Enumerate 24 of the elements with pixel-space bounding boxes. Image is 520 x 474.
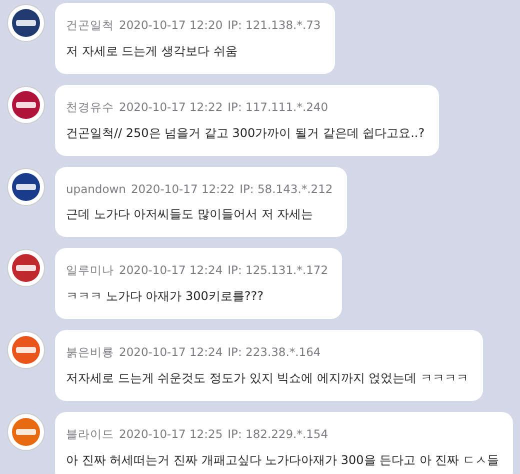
comment-time: 2020-10-17 12:24 [119, 345, 223, 360]
comment-text: ㅋㅋㅋ 노가다 아재가 300키로를??? [66, 289, 264, 304]
ip-address: IP: 182.229.*.154 [228, 427, 328, 442]
ip-address: IP: 223.38.*.164 [228, 345, 321, 360]
comment-time: 2020-10-17 12:25 [119, 427, 223, 442]
comment-time: 2020-10-17 12:22 [130, 182, 235, 196]
comment-text: 건곤일척// 250은 넘을거 같고 300가까이 될거 같은데 쉽다고요..? [66, 126, 425, 141]
comment-text: 저 자세로 드는게 생각보다 쉬움 [66, 44, 238, 59]
author-name: upandown [66, 182, 126, 196]
author-name: 건곤일척 [66, 18, 114, 33]
author-name: 블라이드 [66, 427, 114, 442]
comment-time: 2020-10-17 12:20 [119, 18, 223, 33]
comment-text: 저자세로 드는게 쉬운것도 정도가 있지 빅쇼에 에지까지 얹었는데 ㅋㅋㅋㅋ [66, 371, 469, 386]
ip-address: IP: 125.131.*.172 [228, 263, 328, 278]
author-name: 붉은비룡 [66, 345, 114, 360]
comment-text: 근데 노가다 아저씨들도 많이들어서 저 자세는 [66, 207, 314, 222]
author-name: 천경유수 [66, 100, 114, 115]
comment-time: 2020-10-17 12:22 [119, 100, 223, 115]
ip-address: IP: 117.111.*.240 [228, 100, 328, 115]
author-name: 일루미나 [66, 263, 114, 278]
ip-address: IP: 58.143.*.212 [240, 182, 333, 196]
ip-address: IP: 121.138.*.73 [228, 18, 321, 33]
comment-time: 2020-10-17 12:24 [119, 263, 223, 278]
comment-text: 아 진짜 허세떠는거 진짜 개패고싶다 노가다아재가 300을 든다고 아 진짜 ㄷㅅ들 [66, 453, 500, 468]
